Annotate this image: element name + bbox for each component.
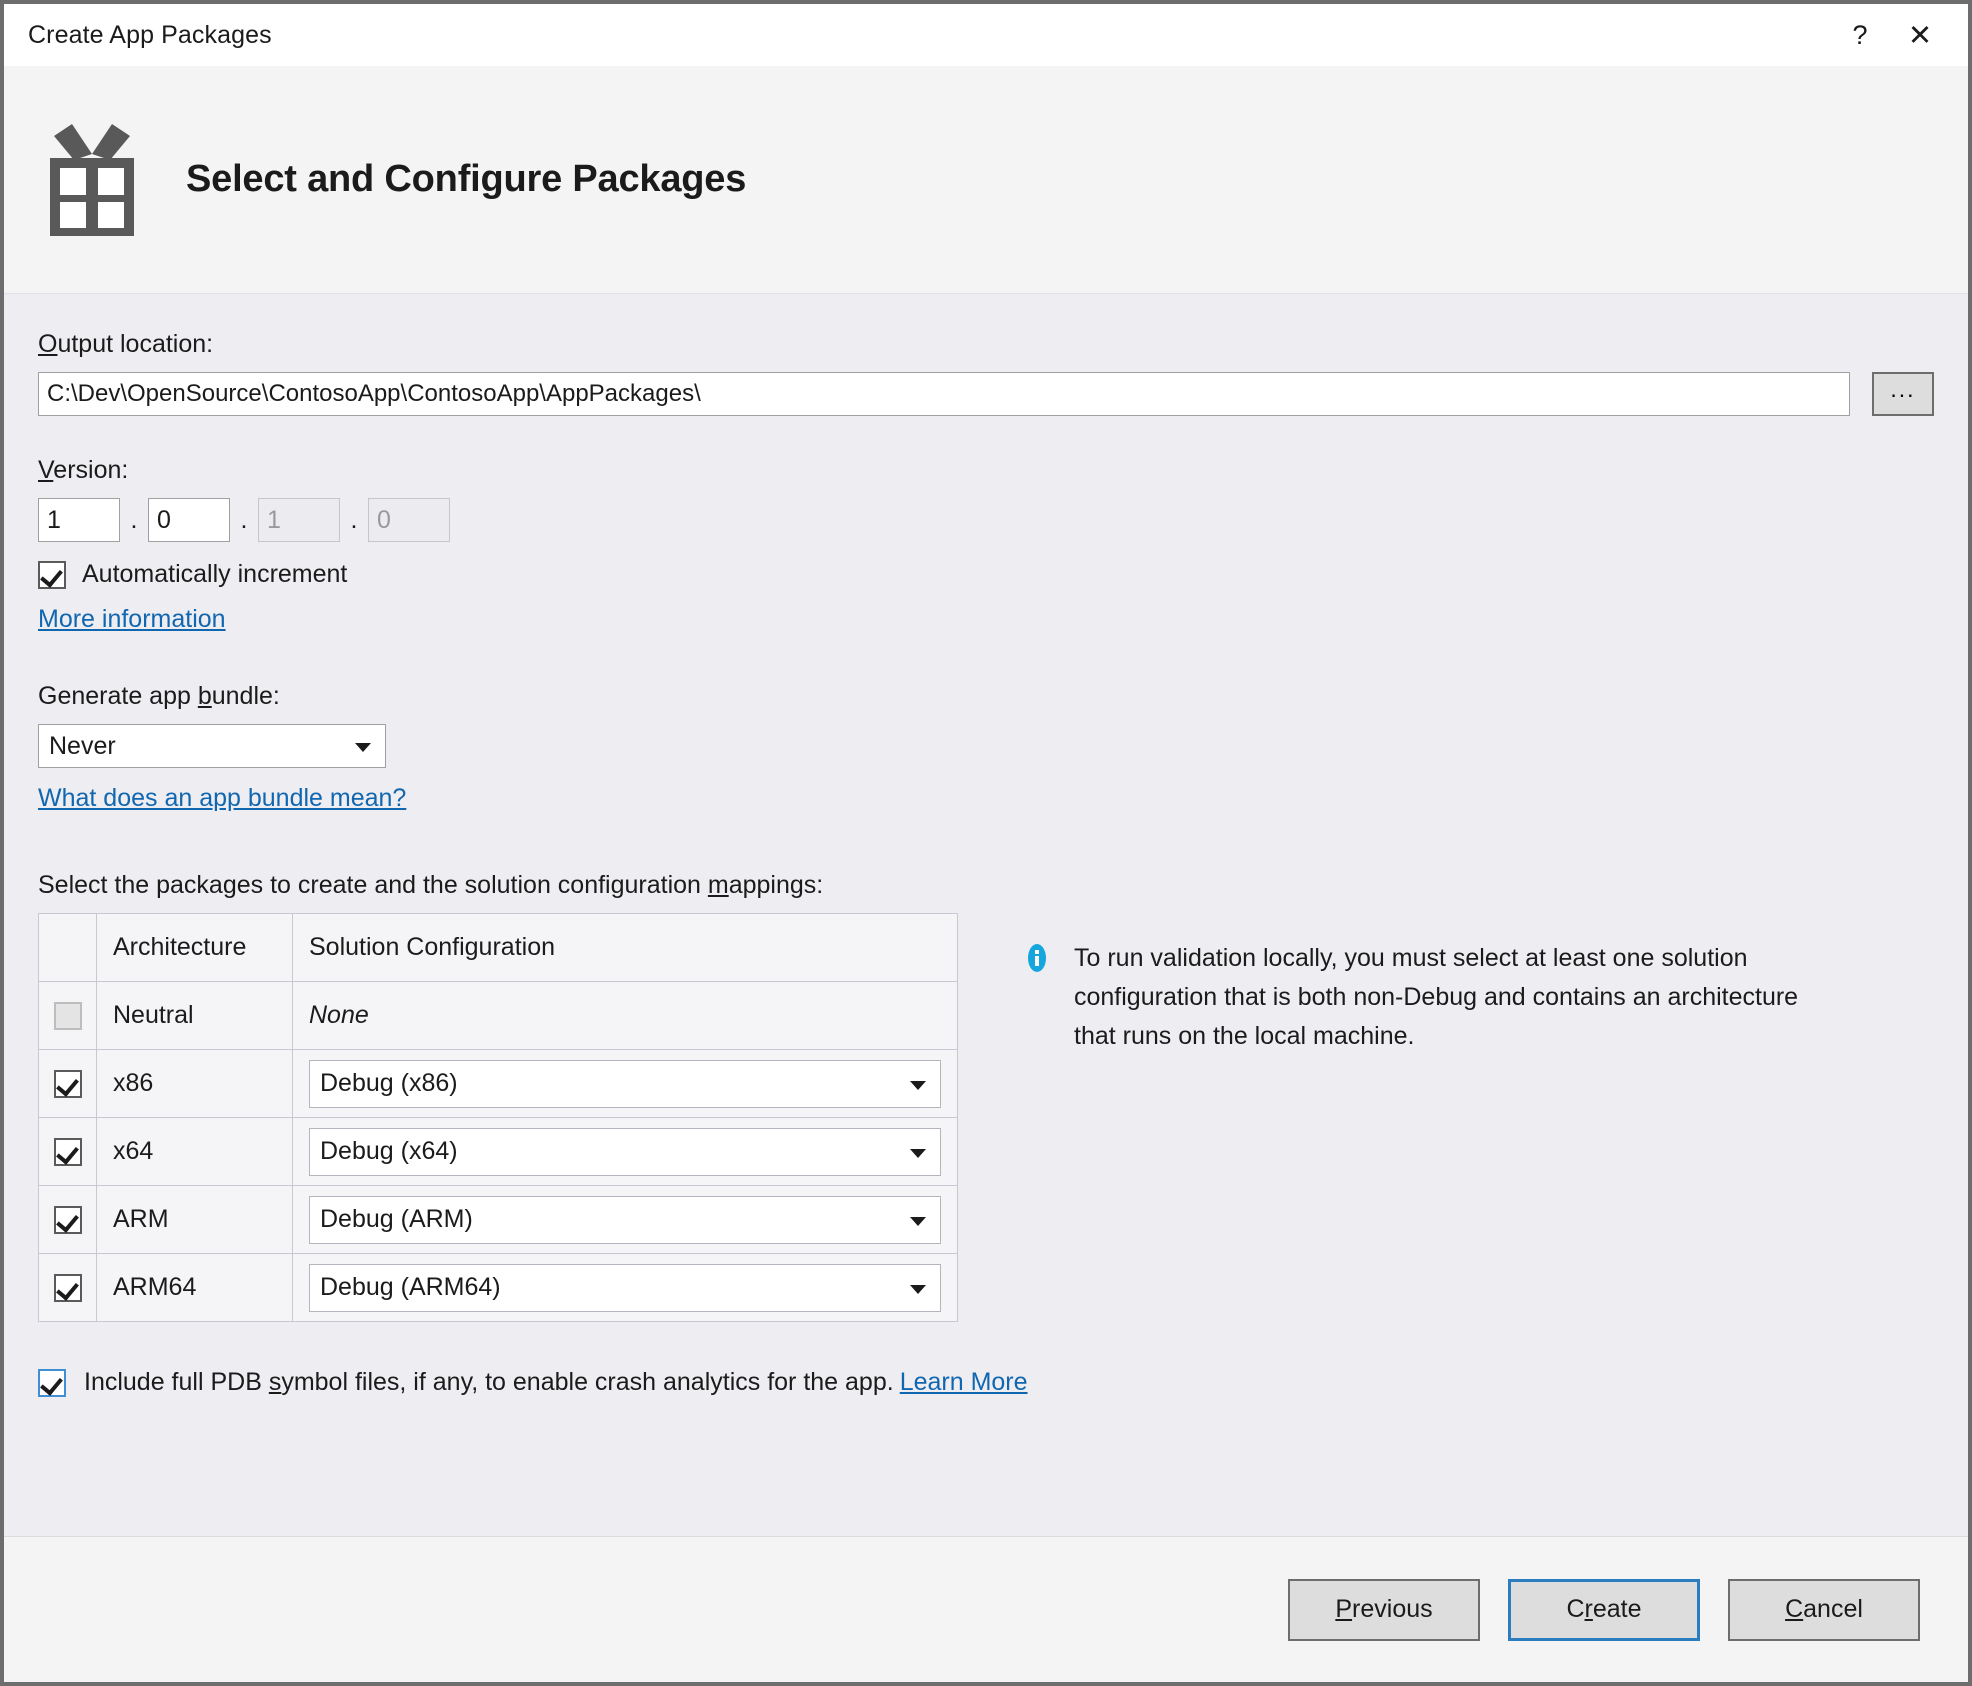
row-configuration-value-arm64: Debug (ARM64) xyxy=(320,1273,501,1301)
generate-app-bundle-label: Generate app bundle: xyxy=(38,682,280,710)
row-configuration-select-x86[interactable]: Debug (x86) xyxy=(309,1059,941,1108)
automatically-increment-label: Automatically increment xyxy=(82,560,348,588)
create-button[interactable]: Cr eate xyxy=(1508,1578,1700,1641)
packages-label: Select the packages to create and the so… xyxy=(38,871,824,899)
title-bar-buttons: ? ✕ xyxy=(1830,4,1968,66)
row-architecture-neutral: Neutral xyxy=(96,981,293,1050)
automatically-increment-row[interactable]: Automatically increment xyxy=(38,560,1934,589)
row-select-cell[interactable] xyxy=(38,1253,97,1322)
column-header-solution-configuration: Solution Configuration xyxy=(292,913,958,982)
row-configuration-cell-arm64: Debug (ARM64) xyxy=(292,1253,958,1322)
row-configuration-cell-arm: Debug (ARM) xyxy=(292,1185,958,1254)
cancel-button[interactable]: Cancel xyxy=(1728,1578,1920,1641)
row-checkbox-neutral xyxy=(53,1001,82,1030)
generate-app-bundle-value: Never xyxy=(49,731,116,760)
row-configuration-neutral: None xyxy=(292,981,958,1050)
validation-info-panel: To run validation locally, you must sele… xyxy=(1022,913,1842,1322)
dialog-body: Output location: C:\Dev\OpenSource\Conto… xyxy=(4,294,1968,1536)
chevron-down-icon xyxy=(910,1148,926,1158)
row-architecture-arm64: ARM64 xyxy=(96,1253,293,1322)
row-configuration-cell-x64: Debug (x64) xyxy=(292,1117,958,1186)
column-header-architecture: Architecture xyxy=(96,913,293,982)
dialog-footer: Previous Cr eate Cancel xyxy=(4,1536,1968,1682)
row-architecture-x86: x86 xyxy=(96,1049,293,1118)
create-app-packages-dialog: Create App Packages ? ✕ Select and Confi… xyxy=(0,0,1972,1686)
row-configuration-select-arm64[interactable]: Debug (ARM64) xyxy=(309,1263,941,1312)
table-row: x64 Debug (x64) xyxy=(38,1117,958,1186)
row-checkbox-x64[interactable] xyxy=(53,1137,82,1166)
row-configuration-value-x86: Debug (x86) xyxy=(320,1069,458,1097)
row-configuration-select-arm[interactable]: Debug (ARM) xyxy=(309,1195,941,1244)
row-configuration-select-x64[interactable]: Debug (x64) xyxy=(309,1127,941,1176)
help-icon[interactable]: ? xyxy=(1830,4,1890,66)
window-title: Create App Packages xyxy=(28,20,272,49)
gift-package-icon xyxy=(46,120,138,240)
packages-table-header-row: Architecture Solution Configuration xyxy=(38,913,958,982)
row-configuration-value-arm: Debug (ARM) xyxy=(320,1205,473,1233)
table-row: Neutral None xyxy=(38,981,958,1050)
chevron-down-icon xyxy=(355,743,371,752)
validation-info-text: To run validation locally, you must sele… xyxy=(1074,944,1799,1050)
row-configuration-cell-x86: Debug (x86) xyxy=(292,1049,958,1118)
include-pdb-checkbox[interactable] xyxy=(38,1368,66,1397)
generate-app-bundle-select[interactable]: Never xyxy=(38,724,386,768)
row-select-cell[interactable] xyxy=(38,1049,97,1118)
previous-button[interactable]: Previous xyxy=(1288,1578,1480,1641)
table-row: ARM64 Debug (ARM64) xyxy=(38,1253,958,1322)
version-major-input[interactable]: 1 xyxy=(38,498,120,542)
include-pdb-row[interactable]: Include full PDB symbol files, if any, t… xyxy=(38,1368,1934,1397)
output-location-input[interactable]: C:\Dev\OpenSource\ContosoApp\ContosoApp\… xyxy=(38,372,1850,416)
version-revision-input: 0 xyxy=(368,498,450,542)
row-architecture-arm: ARM xyxy=(96,1185,293,1254)
version-separator-3: . xyxy=(350,506,358,534)
more-information-link[interactable]: More information xyxy=(38,605,226,634)
row-checkbox-x86[interactable] xyxy=(53,1069,82,1098)
chevron-down-icon xyxy=(910,1216,926,1226)
include-pdb-label: Include full PDB symbol files, if any, t… xyxy=(84,1368,1028,1397)
version-separator-1: . xyxy=(130,506,138,534)
row-select-cell[interactable] xyxy=(38,1185,97,1254)
packages-area: Architecture Solution Configuration Neut… xyxy=(38,913,1934,1322)
version-row: 1 . 0 . 1 . 0 xyxy=(38,498,1934,542)
version-separator-2: . xyxy=(240,506,248,534)
more-information-row: More information xyxy=(38,605,1934,634)
app-bundle-help-row: What does an app bundle mean? xyxy=(38,784,1934,813)
title-bar: Create App Packages ? ✕ xyxy=(4,4,1968,66)
table-row: ARM Debug (ARM) xyxy=(38,1185,958,1254)
output-location-row: C:\Dev\OpenSource\ContosoApp\ContosoApp\… xyxy=(38,372,1934,416)
chevron-down-icon xyxy=(910,1080,926,1090)
version-label: Version: xyxy=(38,456,129,484)
row-architecture-x64: x64 xyxy=(96,1117,293,1186)
chevron-down-icon xyxy=(910,1284,926,1294)
close-icon[interactable]: ✕ xyxy=(1890,4,1950,66)
version-minor-input[interactable]: 0 xyxy=(148,498,230,542)
row-select-cell xyxy=(38,981,97,1050)
output-location-label: Output location: xyxy=(38,330,214,358)
info-circle-icon xyxy=(1022,943,1052,973)
browse-output-location-button[interactable]: ... xyxy=(1872,372,1934,416)
row-checkbox-arm64[interactable] xyxy=(53,1273,82,1302)
page-title: Select and Configure Packages xyxy=(186,158,747,200)
automatically-increment-checkbox[interactable] xyxy=(38,560,66,589)
row-checkbox-arm[interactable] xyxy=(53,1205,82,1234)
row-select-cell[interactable] xyxy=(38,1117,97,1186)
app-bundle-help-link[interactable]: What does an app bundle mean? xyxy=(38,784,406,813)
learn-more-link[interactable]: Learn More xyxy=(900,1368,1028,1397)
row-configuration-value-x64: Debug (x64) xyxy=(320,1137,458,1165)
column-header-select xyxy=(38,913,97,982)
dialog-header: Select and Configure Packages xyxy=(4,66,1968,294)
version-build-input: 1 xyxy=(258,498,340,542)
table-row: x86 Debug (x86) xyxy=(38,1049,958,1118)
packages-table: Architecture Solution Configuration Neut… xyxy=(38,913,958,1322)
